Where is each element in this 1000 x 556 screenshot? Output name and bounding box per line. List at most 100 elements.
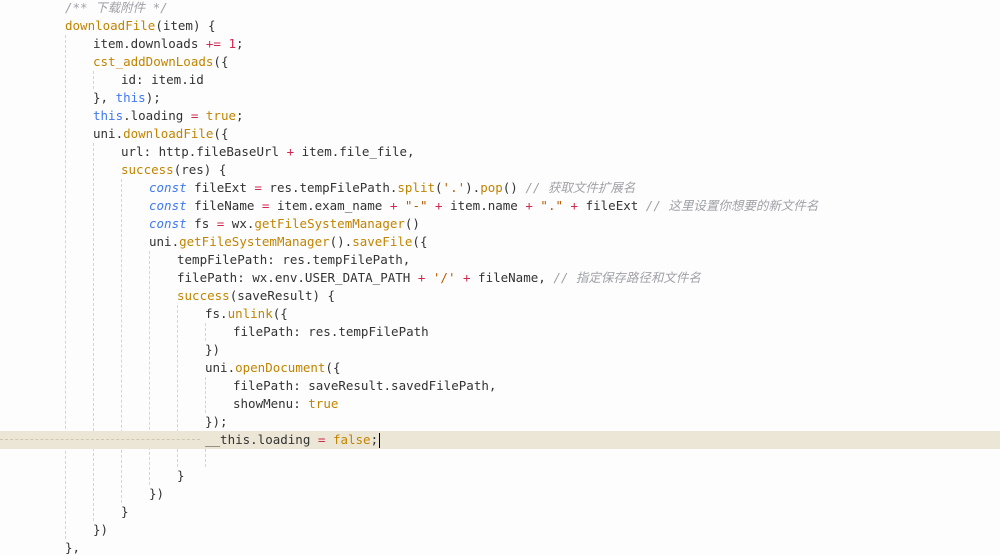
code-token: () <box>404 216 420 231</box>
code-line[interactable]: }) <box>0 485 1000 503</box>
code-line[interactable]: cst_addDownLoads({ <box>0 53 1000 71</box>
code-editor[interactable]: /** 下载附件 */ downloadFile(item) {item.down… <box>0 0 1000 556</box>
code-line[interactable]: url: http.fileBaseUrl + item.file_file, <box>0 143 1000 161</box>
code-token: res.tempFilePath. <box>261 180 398 195</box>
code-line[interactable]: id: item.id <box>0 71 1000 89</box>
code-line-text: const fs = wx.getFileSystemManager() <box>149 215 420 233</box>
code-token: cst_addDownLoads <box>93 54 214 69</box>
code-token: success <box>177 288 230 303</box>
code-line[interactable]: uni.openDocument({ <box>0 359 1000 377</box>
code-line[interactable]: filePath: wx.env.USER_DATA_PATH + '/' + … <box>0 269 1000 287</box>
code-token: "." <box>540 198 563 213</box>
code-line-text: }); <box>205 413 228 431</box>
code-token: downloadFile <box>65 18 156 33</box>
code-token: saveFile <box>352 234 413 249</box>
code-line[interactable]: }, <box>0 539 1000 556</box>
code-line[interactable]: uni.getFileSystemManager().saveFile({ <box>0 233 1000 251</box>
code-line[interactable]: }); <box>0 413 1000 431</box>
code-token: openDocument <box>235 360 326 375</box>
code-line[interactable]: }) <box>0 521 1000 539</box>
code-line[interactable]: downloadFile(item) { <box>0 17 1000 35</box>
code-line-text: filePath: saveResult.savedFilePath, <box>233 377 496 395</box>
code-line[interactable]: fs.unlink({ <box>0 305 1000 323</box>
code-line-text: } <box>121 503 129 521</box>
code-token: // 指定保存路径和文件名 <box>553 270 701 285</box>
code-token: fs. <box>205 306 228 321</box>
code-line[interactable]: uni.downloadFile({ <box>0 125 1000 143</box>
code-line[interactable]: const fs = wx.getFileSystemManager() <box>0 215 1000 233</box>
text-cursor <box>379 433 381 448</box>
code-token: ({ <box>412 234 428 249</box>
code-token: const <box>149 216 187 231</box>
code-line[interactable] <box>0 449 1000 467</box>
code-line-text: this.loading = true; <box>93 107 244 125</box>
code-line-text: id: item.id <box>121 71 204 89</box>
code-token: '.' <box>442 180 466 195</box>
code-token: id: item.id <box>121 72 204 87</box>
code-token: showMenu: <box>233 396 309 411</box>
code-line-text: fs.unlink({ <box>205 305 288 323</box>
code-line-text: } <box>177 467 185 485</box>
code-token: split <box>397 180 436 195</box>
code-line[interactable]: }) <box>0 341 1000 359</box>
code-line[interactable]: } <box>0 467 1000 485</box>
code-token: } <box>177 468 185 483</box>
code-token: uni. <box>93 126 124 141</box>
code-line[interactable]: filePath: res.tempFilePath <box>0 323 1000 341</box>
code-line[interactable]: success(saveResult) { <box>0 287 1000 305</box>
code-token: (). <box>329 234 353 249</box>
code-line-text: }) <box>205 341 220 359</box>
code-token: getFileSystemManager <box>179 234 330 249</box>
code-line-text: const fileName = item.exam_name + "-" + … <box>149 197 818 215</box>
code-line[interactable]: const fileExt = res.tempFilePath.split('… <box>0 179 1000 197</box>
code-token: ); <box>145 90 161 105</box>
code-line[interactable]: tempFilePath: res.tempFilePath, <box>0 251 1000 269</box>
code-line-text: }) <box>93 521 108 539</box>
code-token: (saveResult) { <box>229 288 336 303</box>
code-line-text: filePath: wx.env.USER_DATA_PATH + '/' + … <box>177 269 701 287</box>
code-line-text: uni.getFileSystemManager().saveFile({ <box>149 233 427 251</box>
code-token: wx. <box>224 216 255 231</box>
code-token: this <box>115 90 146 105</box>
code-token: }) <box>93 522 109 537</box>
code-token: this <box>93 108 124 123</box>
code-token: ({ <box>213 54 229 69</box>
code-token: unlink <box>227 306 273 321</box>
code-line-text: uni.openDocument({ <box>205 359 340 377</box>
code-line[interactable]: success(res) { <box>0 161 1000 179</box>
code-line[interactable]: showMenu: true <box>0 395 1000 413</box>
current-code-line[interactable]: __this.loading = false; <box>0 431 1000 449</box>
code-token: + <box>435 198 443 213</box>
code-token: filePath: saveResult.savedFilePath, <box>233 378 497 393</box>
code-line-text: success(saveResult) { <box>177 287 335 305</box>
code-line-text: success(res) { <box>121 161 226 179</box>
code-token: 1 <box>228 36 237 51</box>
code-token: // 这里设置你想要的新文件名 <box>645 198 819 213</box>
code-token: ({ <box>272 306 288 321</box>
code-token: } <box>121 504 129 519</box>
code-token: true <box>308 396 339 411</box>
code-line[interactable]: /** 下载附件 */ <box>0 0 1000 17</box>
code-token: item.exam_name <box>269 198 390 213</box>
code-token: const <box>149 198 187 213</box>
code-token: item.downloads <box>93 36 206 51</box>
code-line[interactable]: } <box>0 503 1000 521</box>
code-token: + <box>286 144 295 159</box>
code-token: "-" <box>404 198 428 213</box>
code-token: downloadFile <box>123 126 214 141</box>
code-token: ({ <box>325 360 341 375</box>
code-token: fileExt <box>186 180 255 195</box>
code-token: fs <box>186 216 217 231</box>
code-line[interactable]: this.loading = true; <box>0 107 1000 125</box>
code-line[interactable]: item.downloads += 1; <box>0 35 1000 53</box>
code-token: /** 下载附件 */ <box>65 0 168 15</box>
code-token: + <box>463 270 471 285</box>
code-token: true <box>205 108 237 123</box>
code-line[interactable]: }, this); <box>0 89 1000 107</box>
code-line[interactable]: filePath: saveResult.savedFilePath, <box>0 377 1000 395</box>
code-line[interactable]: const fileName = item.exam_name + "-" + … <box>0 197 1000 215</box>
code-token: item.file_file, <box>294 144 415 159</box>
